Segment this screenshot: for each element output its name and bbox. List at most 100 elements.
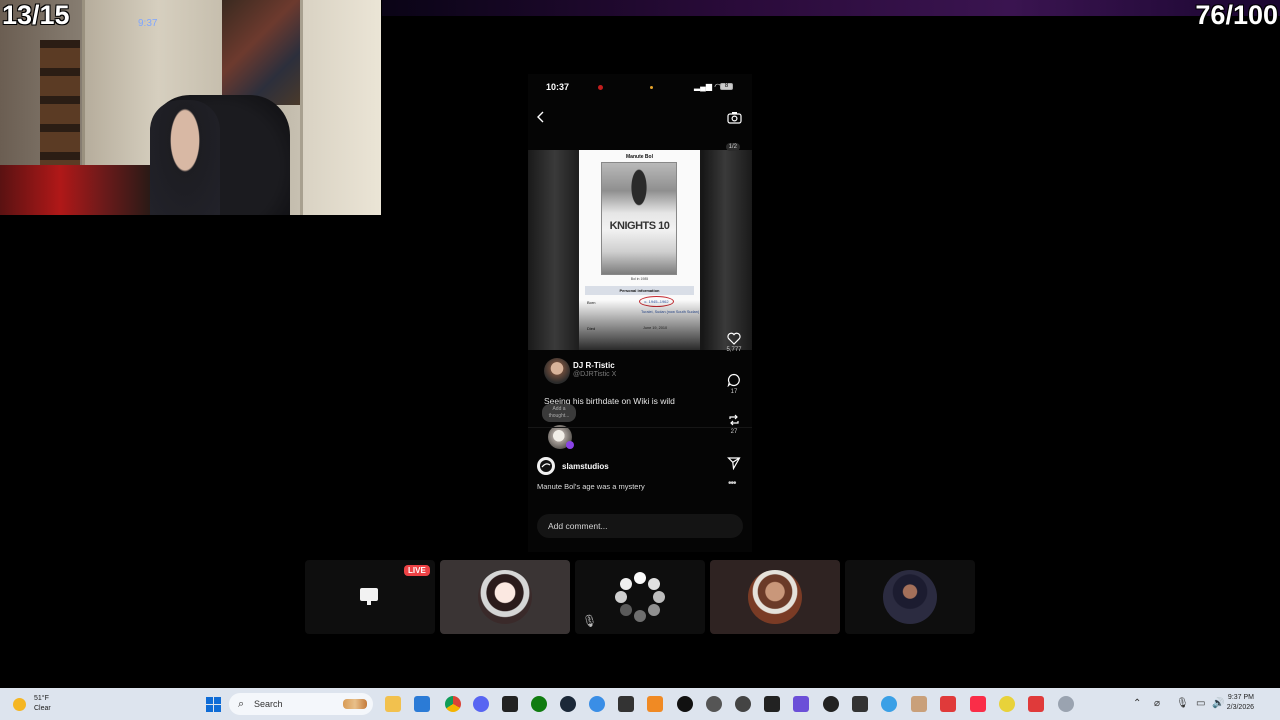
music-icon[interactable] <box>970 696 986 712</box>
webcam-clock: 9:37 <box>138 18 158 29</box>
webcam-posters <box>222 0 302 105</box>
xbox-icon[interactable] <box>531 696 547 712</box>
gear-app-icon[interactable] <box>1058 696 1074 712</box>
post-media[interactable]: 1/2 Manute Bol KNIGHTS 10 Bol in 1985 Pe… <box>528 143 752 350</box>
slam-logo-icon <box>540 460 552 472</box>
wiki-title: Manute Bol <box>626 154 653 160</box>
clock-time: 9:37 PM <box>1227 694 1254 701</box>
divider <box>528 427 752 428</box>
comment-icon[interactable] <box>727 373 741 387</box>
author-avatar[interactable] <box>544 358 570 384</box>
wiki-photo <box>601 162 677 275</box>
muted-mic-icon: 🎙 <box>582 614 598 628</box>
media-fade <box>579 300 700 350</box>
live-badge: LIVE <box>404 565 430 576</box>
webcam-door <box>300 0 381 215</box>
avatar-app-icon[interactable] <box>911 696 927 712</box>
chevron-up-icon[interactable]: ⌃ <box>1133 698 1141 709</box>
wiki-photo-caption: Bol in 1985 <box>630 277 649 281</box>
screen-share-icon <box>360 588 378 605</box>
status-time: 10:37 <box>546 82 570 92</box>
red-app-icon[interactable] <box>940 696 956 712</box>
app-red-dot-icon[interactable] <box>735 696 751 712</box>
discord-icon[interactable] <box>473 696 489 712</box>
more-options-icon[interactable]: ••• <box>728 478 736 489</box>
repost-action[interactable]: 27 <box>724 413 744 435</box>
post-author[interactable]: DJ R-Tistic @DJRTistic X <box>544 358 694 386</box>
page-indicator: 1/2 <box>725 143 740 151</box>
account-caption: Manute Bol's age was a mystery <box>537 482 645 491</box>
battery-icon: 8 <box>720 83 733 90</box>
sun-icon <box>13 698 26 711</box>
signal-wifi-icon: ▂▄▆ ◠ <box>694 82 722 91</box>
author-name[interactable]: DJ R-Tistic <box>573 361 615 370</box>
store-icon[interactable] <box>414 696 430 712</box>
weather-temp: 51°F <box>34 695 49 702</box>
chrome-icon[interactable] <box>445 696 461 712</box>
settings-icon[interactable] <box>706 696 722 712</box>
recording-indicator <box>598 85 603 90</box>
weather-condition: Clear <box>34 705 51 712</box>
call-tile-man[interactable] <box>710 560 840 634</box>
call-tile-screen-share[interactable]: LIVE <box>305 560 435 634</box>
network-icon[interactable]: ⌀ <box>1154 698 1160 709</box>
app-a-icon[interactable] <box>647 696 663 712</box>
comment-count: 17 <box>730 389 738 395</box>
weather-widget[interactable]: 51°F Clear <box>13 695 73 715</box>
add-thought-bubble[interactable]: Add a thought... <box>542 404 576 422</box>
tool-app-icon[interactable] <box>852 696 868 712</box>
repost-icon[interactable] <box>727 413 741 427</box>
counter-right: 76/100 <box>1195 0 1278 30</box>
search-highlight-icon <box>343 699 367 709</box>
like-action[interactable]: 5,777 <box>724 332 744 353</box>
steam-icon[interactable] <box>560 696 576 712</box>
account-avatar[interactable] <box>537 457 555 475</box>
mic-icon[interactable]: 🎙 <box>1176 698 1189 709</box>
phone-status-bar: 10:37 ▂▄▆ ◠ 8 <box>528 80 752 96</box>
file-explorer-icon[interactable] <box>385 696 401 712</box>
posting-account[interactable]: slamstudios <box>537 457 717 477</box>
like-count: 5,777 <box>726 347 742 353</box>
game-app-icon[interactable] <box>618 696 634 712</box>
volume-icon[interactable]: 🔊 <box>1212 698 1224 709</box>
mic-indicator <box>650 86 653 89</box>
grid-app-icon[interactable] <box>793 696 809 712</box>
arms-up-avatar <box>883 570 937 624</box>
call-tile-anime[interactable] <box>440 560 570 634</box>
add-comment-input[interactable]: Add comment... <box>537 514 743 538</box>
location-app-icon[interactable] <box>1028 696 1044 712</box>
windows-start-icon[interactable] <box>206 697 221 712</box>
send-icon[interactable] <box>726 455 742 471</box>
yellow-app-icon[interactable] <box>999 696 1015 712</box>
search-label: Search <box>254 699 283 709</box>
my-avatar[interactable] <box>548 425 574 449</box>
wiki-jersey: KNIGHTS 10 <box>609 220 670 232</box>
tiktok-icon[interactable] <box>764 696 780 712</box>
obs-icon[interactable] <box>677 696 693 712</box>
webcam-desk <box>0 165 150 215</box>
edge-icon[interactable] <box>881 696 897 712</box>
back-icon[interactable] <box>534 110 548 124</box>
webcam-feed: 9:37 <box>0 0 381 215</box>
webcam-person <box>150 100 220 215</box>
repost-count: 27 <box>730 429 738 435</box>
ok-app-icon[interactable] <box>823 696 839 712</box>
search-icon: ⌕ <box>238 698 245 710</box>
camera-icon[interactable] <box>726 110 742 124</box>
browser-icon[interactable] <box>589 696 605 712</box>
taskbar-search[interactable]: ⌕ Search <box>229 693 373 715</box>
comment-action[interactable]: 17 <box>724 373 744 395</box>
taskbar: 51°F Clear ⌕ Search ⌃ ⌀ 🎙 ▭ 🔊 9:37 PM 2/… <box>0 688 1280 720</box>
account-name[interactable]: slamstudios <box>562 462 609 471</box>
wiki-info-header: Personal information <box>585 286 694 295</box>
author-handle: @DJRTistic X <box>573 371 617 378</box>
call-tile-arms[interactable] <box>845 560 975 634</box>
taskbar-clock[interactable]: 9:37 PM 2/3/2026 <box>1227 693 1254 713</box>
wiki-screenshot: Manute Bol KNIGHTS 10 Bol in 1985 Person… <box>579 150 700 350</box>
man-avatar <box>748 570 802 624</box>
heart-icon[interactable] <box>727 332 741 345</box>
counter-left: 13/15 <box>2 0 70 30</box>
display-icon[interactable]: ▭ <box>1196 698 1205 709</box>
epic-games-icon[interactable] <box>502 696 518 712</box>
phone-screen: 10:37 ▂▄▆ ◠ 8 1/2 Manute Bol KNIGHTS 10 … <box>528 74 752 552</box>
